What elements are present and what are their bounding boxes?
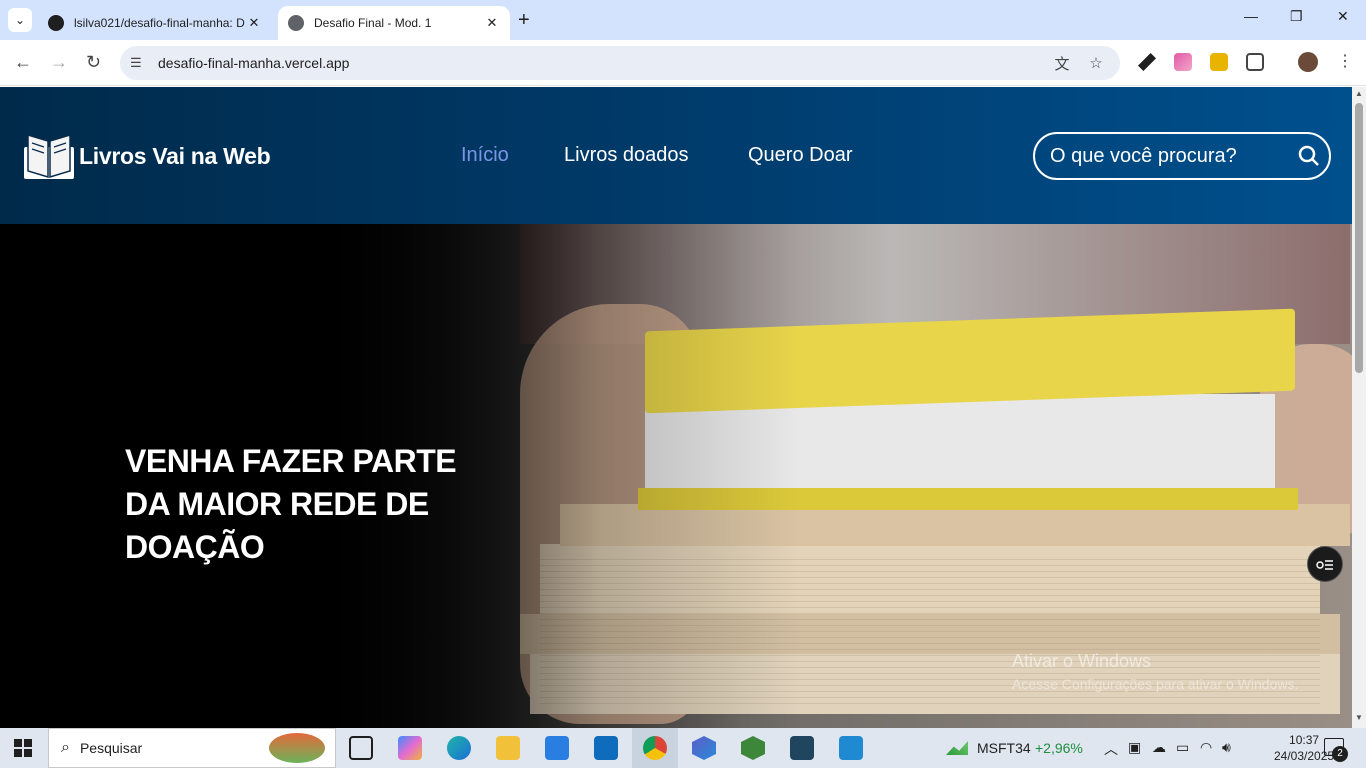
reload-icon[interactable]: ↻ xyxy=(86,52,101,73)
chrome-icon[interactable] xyxy=(643,736,667,760)
wifi-icon[interactable]: ◠ xyxy=(1200,739,1212,756)
restore-icon[interactable]: ❐ xyxy=(1290,8,1303,25)
github-icon xyxy=(48,15,64,31)
outlook-icon[interactable] xyxy=(594,736,618,760)
search-placeholder[interactable]: O que você procura? xyxy=(1050,145,1289,168)
stock-chart-icon xyxy=(946,741,968,755)
tab-close-icon[interactable]: ✕ xyxy=(484,15,500,31)
tab-github[interactable]: lsilva021/desafio-final-manha: D ✕ xyxy=(38,6,272,40)
minimize-icon[interactable]: — xyxy=(1244,8,1258,24)
tab-title: lsilva021/desafio-final-manha: D xyxy=(74,16,245,30)
show-hidden-icons-chevron-icon[interactable]: ︿ xyxy=(1104,739,1118,759)
extensions-puzzle-icon[interactable] xyxy=(1246,53,1264,71)
globe-icon xyxy=(288,15,304,31)
floating-settings-icon[interactable] xyxy=(1307,546,1343,582)
back-arrow-icon[interactable]: ← xyxy=(14,52,32,73)
window-close-icon[interactable]: ✕ xyxy=(1337,8,1349,25)
stock-symbol[interactable]: MSFT34 xyxy=(977,740,1031,756)
browser-tab-strip: ⌄ lsilva021/desafio-final-manha: D ✕ Des… xyxy=(0,0,1366,40)
onedrive-cloud-icon[interactable]: ☁ xyxy=(1152,739,1166,756)
open-book-logo-icon[interactable] xyxy=(22,129,76,181)
taskbar-search[interactable]: ⌕ Pesquisar xyxy=(48,728,336,768)
site-settings-icon[interactable]: ☰ xyxy=(130,55,146,71)
new-tab-plus-icon[interactable]: + xyxy=(518,9,530,32)
nav-link-quero-doar[interactable]: Quero Doar xyxy=(748,144,853,167)
folder-extension-icon[interactable] xyxy=(1210,53,1228,71)
meet-icon[interactable]: ▣ xyxy=(1128,739,1141,756)
scroll-up-icon[interactable]: ▲ xyxy=(1355,89,1363,98)
taskbar-search-text: Pesquisar xyxy=(79,740,143,756)
tab-desafio-final[interactable]: Desafio Final - Mod. 1 ✕ xyxy=(278,6,510,40)
browser-toolbar: ← → ↻ ☰ desafio-final-manha.vercel.app 文… xyxy=(0,40,1366,86)
address-bar[interactable]: ☰ desafio-final-manha.vercel.app 文 ☆ xyxy=(120,46,1120,80)
file-explorer-icon[interactable] xyxy=(496,736,520,760)
copilot-icon[interactable] xyxy=(398,736,422,760)
notification-count-badge: 2 xyxy=(1332,746,1348,762)
hero-title: VENHA FAZER PARTE DA MAIOR REDE DE DOAÇÃ… xyxy=(125,443,457,565)
edge-icon[interactable] xyxy=(447,736,471,760)
search-icon: ⌕ xyxy=(61,739,70,756)
windows-taskbar: ⌕ Pesquisar MSFT34 +2,96% ︿ ▣ ☁ ▭ ◠ 🔊︎ 1… xyxy=(0,728,1366,768)
web-page: Livros Vai na Web Início Livros doados Q… xyxy=(0,87,1352,728)
windows-start-icon[interactable] xyxy=(14,739,32,757)
stock-change[interactable]: +2,96% xyxy=(1035,740,1083,756)
task-view-icon[interactable] xyxy=(349,736,373,760)
scrollbar-thumb[interactable] xyxy=(1355,103,1363,373)
eyedropper-extension-icon[interactable] xyxy=(1138,53,1156,71)
tab-search-chevron-icon[interactable]: ⌄ xyxy=(8,8,32,32)
nodejs-icon[interactable] xyxy=(741,736,765,760)
site-logo-text[interactable]: Livros Vai na Web xyxy=(79,143,271,170)
bookmark-star-icon[interactable]: ☆ xyxy=(1086,54,1106,72)
browser-menu-dots-icon[interactable]: ⋮ xyxy=(1337,51,1353,71)
tab-close-icon[interactable]: ✕ xyxy=(246,15,262,31)
vscode-icon[interactable] xyxy=(839,736,863,760)
mysql-workbench-icon[interactable] xyxy=(790,736,814,760)
search-highlight-image xyxy=(269,733,325,763)
windows-activation-subtitle: Acesse Configurações para ativar o Windo… xyxy=(1012,676,1299,692)
page-scrollbar[interactable]: ▲ ▼ xyxy=(1352,87,1366,728)
site-search-box[interactable]: O que você procura? xyxy=(1033,132,1331,180)
profile-avatar[interactable] xyxy=(1298,52,1318,72)
url-text[interactable]: desafio-final-manha.vercel.app xyxy=(158,55,1052,71)
scroll-down-icon[interactable]: ▼ xyxy=(1355,713,1363,722)
search-icon[interactable] xyxy=(1289,145,1329,167)
translate-icon[interactable]: 文 xyxy=(1052,53,1072,74)
microsoft-store-icon[interactable] xyxy=(545,736,569,760)
color-extension-icon[interactable] xyxy=(1174,53,1192,71)
forward-arrow-icon[interactable]: → xyxy=(50,52,68,73)
nav-link-livros-doados[interactable]: Livros doados xyxy=(564,144,689,167)
site-header: Livros Vai na Web Início Livros doados Q… xyxy=(0,87,1352,224)
visual-studio-icon[interactable] xyxy=(692,736,716,760)
tab-title: Desafio Final - Mod. 1 xyxy=(314,16,432,30)
volume-icon[interactable]: 🔊︎ xyxy=(1222,739,1231,756)
windows-activation-title: Ativar o Windows xyxy=(1012,651,1152,671)
battery-icon[interactable]: ▭ xyxy=(1176,739,1189,756)
nav-link-inicio[interactable]: Início xyxy=(461,144,509,167)
